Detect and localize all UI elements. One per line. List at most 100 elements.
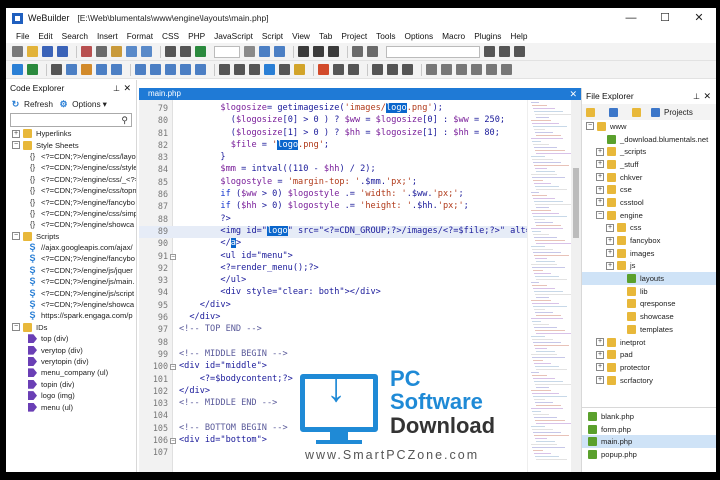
tab-main-php[interactable]: main.php: [142, 88, 187, 100]
list-icon[interactable]: [244, 46, 255, 57]
code-line[interactable]: 95 </div>: [139, 300, 527, 312]
code-line[interactable]: 80 ($logosize[0] > 0 ) ? $ww = $logosize…: [139, 115, 527, 127]
menu-search[interactable]: Search: [62, 31, 88, 41]
expand-toggle-icon[interactable]: +: [12, 129, 20, 138]
tree-group[interactable]: + Hyperlinks: [6, 128, 136, 139]
underline-icon[interactable]: [402, 64, 413, 75]
link-icon[interactable]: [51, 64, 62, 75]
tree-item[interactable]: Ş <?=CDN;?>/engine/showca: [6, 299, 136, 310]
code-line[interactable]: 81 ($logosize[1] > 0 ) ? $hh = $logosize…: [139, 128, 527, 140]
menu-edit[interactable]: Edit: [38, 31, 52, 41]
file-item[interactable]: main.php: [582, 435, 716, 449]
tree-group[interactable]: − Style Sheets: [6, 139, 136, 150]
minimize-button[interactable]: —: [614, 8, 648, 28]
align-right-icon[interactable]: [456, 64, 467, 75]
panel-close-icon[interactable]: ✕: [703, 91, 711, 102]
code-line[interactable]: 82 $file = 'logo.png';: [139, 139, 527, 152]
vertical-scrollbar[interactable]: [571, 100, 581, 472]
expand-toggle-icon[interactable]: −: [12, 232, 20, 241]
open-folder-icon[interactable]: [27, 46, 38, 57]
folder-item[interactable]: + protector: [582, 361, 716, 374]
folder-item[interactable]: + _stuff: [582, 158, 716, 171]
expand-toggle-icon[interactable]: +: [596, 350, 604, 359]
numbering-icon[interactable]: [501, 64, 512, 75]
menu-options[interactable]: Options: [405, 31, 434, 41]
expand-toggle-icon[interactable]: +: [596, 363, 604, 372]
menu-javascript[interactable]: JavaScript: [214, 31, 253, 41]
replace-icon[interactable]: [180, 46, 191, 57]
folder-item[interactable]: + cse: [582, 183, 716, 196]
italic-icon[interactable]: [387, 64, 398, 75]
folder-item[interactable]: + images: [582, 247, 716, 260]
outdent-icon[interactable]: [274, 46, 285, 57]
code-line[interactable]: 89 <img id="logo" src="<?=CDN_GROUP;?>/i…: [139, 225, 536, 239]
expand-toggle-icon[interactable]: +: [606, 249, 614, 258]
nbsp-icon[interactable]: [234, 64, 245, 75]
back-arrow-icon[interactable]: [12, 64, 23, 75]
folder-item[interactable]: qresponse: [582, 298, 716, 311]
tree-item[interactable]: {} <?=CDN;?>/engine/css/simp: [6, 208, 136, 219]
pin-icon[interactable]: ⊥: [113, 84, 120, 93]
code-explorer-search-input[interactable]: ⚲: [10, 113, 132, 127]
expand-toggle-icon[interactable]: +: [596, 147, 604, 156]
menu-help[interactable]: Help: [510, 31, 527, 41]
tree-group[interactable]: − IDs: [6, 322, 136, 333]
maximize-button[interactable]: ☐: [648, 8, 682, 28]
code-line[interactable]: 103 <!-- MIDDLE END -->: [139, 398, 527, 410]
align-center-icon[interactable]: [441, 64, 452, 75]
code-minimap[interactable]: [527, 100, 573, 472]
menu-view[interactable]: View: [292, 31, 310, 41]
code-line[interactable]: 85 $logostyle = 'margin-top: '.$mm.'px;'…: [139, 177, 527, 189]
folder-up-icon[interactable]: [632, 107, 641, 117]
tab-close-icon[interactable]: ✕: [569, 88, 577, 100]
image-icon[interactable]: [66, 64, 77, 75]
tree-item[interactable]: Şhttps://spark.engaga.com/p: [6, 310, 136, 321]
bracket-icon[interactable]: [328, 46, 339, 57]
preview-icon[interactable]: [195, 46, 206, 57]
code-line[interactable]: 104: [139, 410, 527, 422]
save-all-icon[interactable]: [57, 46, 68, 57]
align-left-icon[interactable]: [426, 64, 437, 75]
expand-toggle-icon[interactable]: +: [596, 160, 604, 169]
code-line[interactable]: 83 }: [139, 152, 527, 164]
bullets-icon[interactable]: [486, 64, 497, 75]
folder-item[interactable]: + scrfactory: [582, 374, 716, 387]
menu-format[interactable]: Format: [127, 31, 153, 41]
find-prev-icon[interactable]: [514, 46, 525, 57]
folder-item[interactable]: + fancybox: [582, 234, 716, 247]
file-item[interactable]: blank.php: [582, 410, 716, 423]
bold-icon[interactable]: [372, 64, 383, 75]
style-icon[interactable]: [279, 64, 290, 75]
pin-icon[interactable]: ⊥: [693, 92, 700, 101]
folder-item[interactable]: + css: [582, 222, 716, 235]
projects-button[interactable]: Projects: [664, 108, 693, 117]
brush-icon[interactable]: [294, 64, 305, 75]
folder-item[interactable]: + inetprot: [582, 336, 716, 349]
code-line[interactable]: 90 </a>: [139, 238, 527, 250]
tree-item[interactable]: menu (ul): [6, 401, 136, 412]
file-item[interactable]: form.php: [582, 423, 716, 436]
tree-item[interactable]: menu_company (ul): [6, 367, 136, 378]
folder-item[interactable]: + chkver: [582, 171, 716, 184]
tree-item[interactable]: {} <?=CDN;?>/engine/css/layo: [6, 151, 136, 162]
new-file-icon[interactable]: [12, 46, 23, 57]
code-line[interactable]: 99 <!-- MIDDLE BEGIN -->: [139, 349, 527, 361]
expand-toggle-icon[interactable]: −: [586, 122, 594, 131]
tree-group[interactable]: − Scripts: [6, 231, 136, 242]
expand-toggle-icon[interactable]: +: [606, 223, 614, 232]
anchor-icon[interactable]: [81, 64, 92, 75]
expand-toggle-icon[interactable]: −: [12, 141, 20, 150]
code-line[interactable]: 102 </div>: [139, 386, 527, 398]
omega-icon[interactable]: [249, 64, 260, 75]
drive-icon[interactable]: [586, 107, 595, 117]
panel-close-icon[interactable]: ✕: [123, 83, 131, 94]
folder-item[interactable]: templates: [582, 323, 716, 336]
table-icon[interactable]: [96, 64, 107, 75]
tree-item[interactable]: {} <?=CDN;?>/engine/css/topn: [6, 185, 136, 196]
find-icon[interactable]: [165, 46, 176, 57]
font-grow-icon[interactable]: [333, 64, 344, 75]
code-line[interactable]: 97 <!-- TOP END -->: [139, 324, 527, 336]
code-line[interactable]: 96 </div>: [139, 312, 527, 324]
indent-icon[interactable]: [259, 46, 270, 57]
code-line[interactable]: 92 <?=render_menu();?>: [139, 263, 527, 275]
